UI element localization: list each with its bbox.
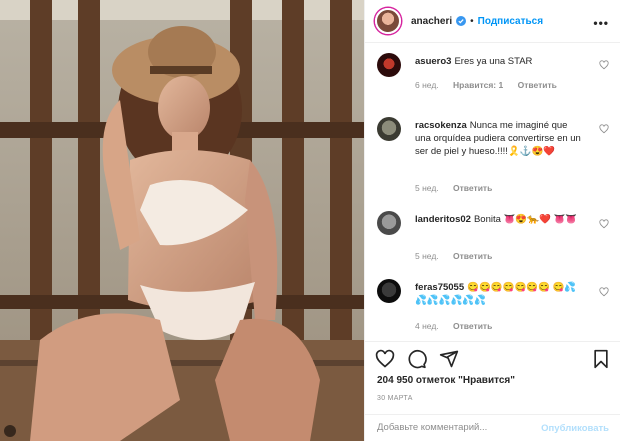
reply-button[interactable]: Ответить bbox=[453, 321, 492, 331]
comment-text: Bonita 👅😍🐆❤️ 👅👅 bbox=[473, 214, 578, 225]
comment-icon[interactable] bbox=[407, 349, 427, 369]
like-comment-heart-icon[interactable] bbox=[599, 287, 609, 297]
post-header: anacheri • Подписаться ••• bbox=[365, 0, 620, 43]
comment-username[interactable]: asuero3 bbox=[415, 56, 451, 67]
add-comment-bar: Опубликовать bbox=[365, 414, 620, 441]
like-comment-heart-icon[interactable] bbox=[599, 124, 609, 134]
post-side-panel: anacheri • Подписаться ••• asuero3 Eres y… bbox=[364, 0, 620, 441]
post-photo[interactable] bbox=[0, 0, 364, 441]
commenter-avatar[interactable] bbox=[377, 117, 401, 141]
more-icon[interactable]: ••• bbox=[593, 16, 609, 30]
comment-age: 6 нед. bbox=[415, 80, 439, 90]
heart-icon[interactable] bbox=[375, 349, 395, 369]
comment-age: 4 нед. bbox=[415, 321, 439, 331]
user-tag-icon[interactable] bbox=[4, 425, 16, 437]
comment-age: 5 нед. bbox=[415, 183, 439, 193]
comment-item: racsokenza Nunca me imaginé que una orquí… bbox=[377, 117, 611, 197]
comment-input[interactable] bbox=[377, 422, 527, 433]
comment-meta: 6 нед. Нравится: 1 Ответить bbox=[415, 80, 569, 90]
comment-username[interactable]: landeritos02 bbox=[415, 214, 471, 225]
header-separator: • bbox=[470, 15, 474, 27]
post-actions-bar bbox=[365, 341, 620, 375]
commenter-avatar[interactable] bbox=[377, 53, 401, 77]
comments-list: asuero3 Eres ya una STAR 6 нед. Нравится:… bbox=[365, 43, 620, 341]
author-avatar[interactable] bbox=[375, 8, 401, 34]
reply-button[interactable]: Ответить bbox=[453, 183, 492, 193]
share-icon[interactable] bbox=[439, 349, 459, 369]
commenter-avatar[interactable] bbox=[377, 279, 401, 303]
follow-button[interactable]: Подписаться bbox=[478, 16, 543, 27]
verified-badge-icon bbox=[456, 16, 467, 26]
comment-meta: 4 нед. Ответить bbox=[415, 321, 504, 331]
comment-username[interactable]: racsokenza bbox=[415, 120, 467, 131]
comment-likes-count[interactable]: Нравится: 1 bbox=[453, 80, 503, 90]
like-comment-heart-icon[interactable] bbox=[599, 219, 609, 229]
comment-age: 5 нед. bbox=[415, 251, 439, 261]
bookmark-icon[interactable] bbox=[591, 349, 611, 369]
comment-username[interactable]: feras75055 bbox=[415, 282, 464, 293]
comment-meta: 5 нед. Ответить bbox=[415, 183, 504, 193]
commenter-avatar[interactable] bbox=[377, 211, 401, 235]
comment-text: Eres ya una STAR bbox=[454, 56, 533, 67]
comment-item: asuero3 Eres ya una STAR 6 нед. Нравится:… bbox=[377, 53, 611, 103]
post-date[interactable]: 30 МАРТА bbox=[377, 395, 413, 402]
comment-meta: 5 нед. Ответить bbox=[415, 251, 504, 261]
reply-button[interactable]: Ответить bbox=[453, 251, 492, 261]
comment-body: landeritos02 Bonita 👅😍🐆❤️ 👅👅 bbox=[415, 213, 585, 226]
author-username[interactable]: anacheri bbox=[411, 16, 452, 27]
likes-count[interactable]: 204 950 отметок "Нравится" bbox=[377, 375, 515, 386]
comment-body: feras75055 😋😋😋😋😋😋😋 😋💦💦💦💦💦💦💦 bbox=[415, 281, 585, 307]
post-image bbox=[0, 0, 364, 441]
comment-body: asuero3 Eres ya una STAR bbox=[415, 55, 585, 68]
comment-item: feras75055 😋😋😋😋😋😋😋 😋💦💦💦💦💦💦💦 4 нед. Ответи… bbox=[377, 279, 611, 339]
comment-body: racsokenza Nunca me imaginé que una orquí… bbox=[415, 119, 585, 158]
reply-button[interactable]: Ответить bbox=[518, 80, 557, 90]
comment-item: landeritos02 Bonita 👅😍🐆❤️ 👅👅 5 нед. Ответ… bbox=[377, 211, 611, 271]
publish-button[interactable]: Опубликовать bbox=[541, 423, 609, 434]
like-comment-heart-icon[interactable] bbox=[599, 60, 609, 70]
